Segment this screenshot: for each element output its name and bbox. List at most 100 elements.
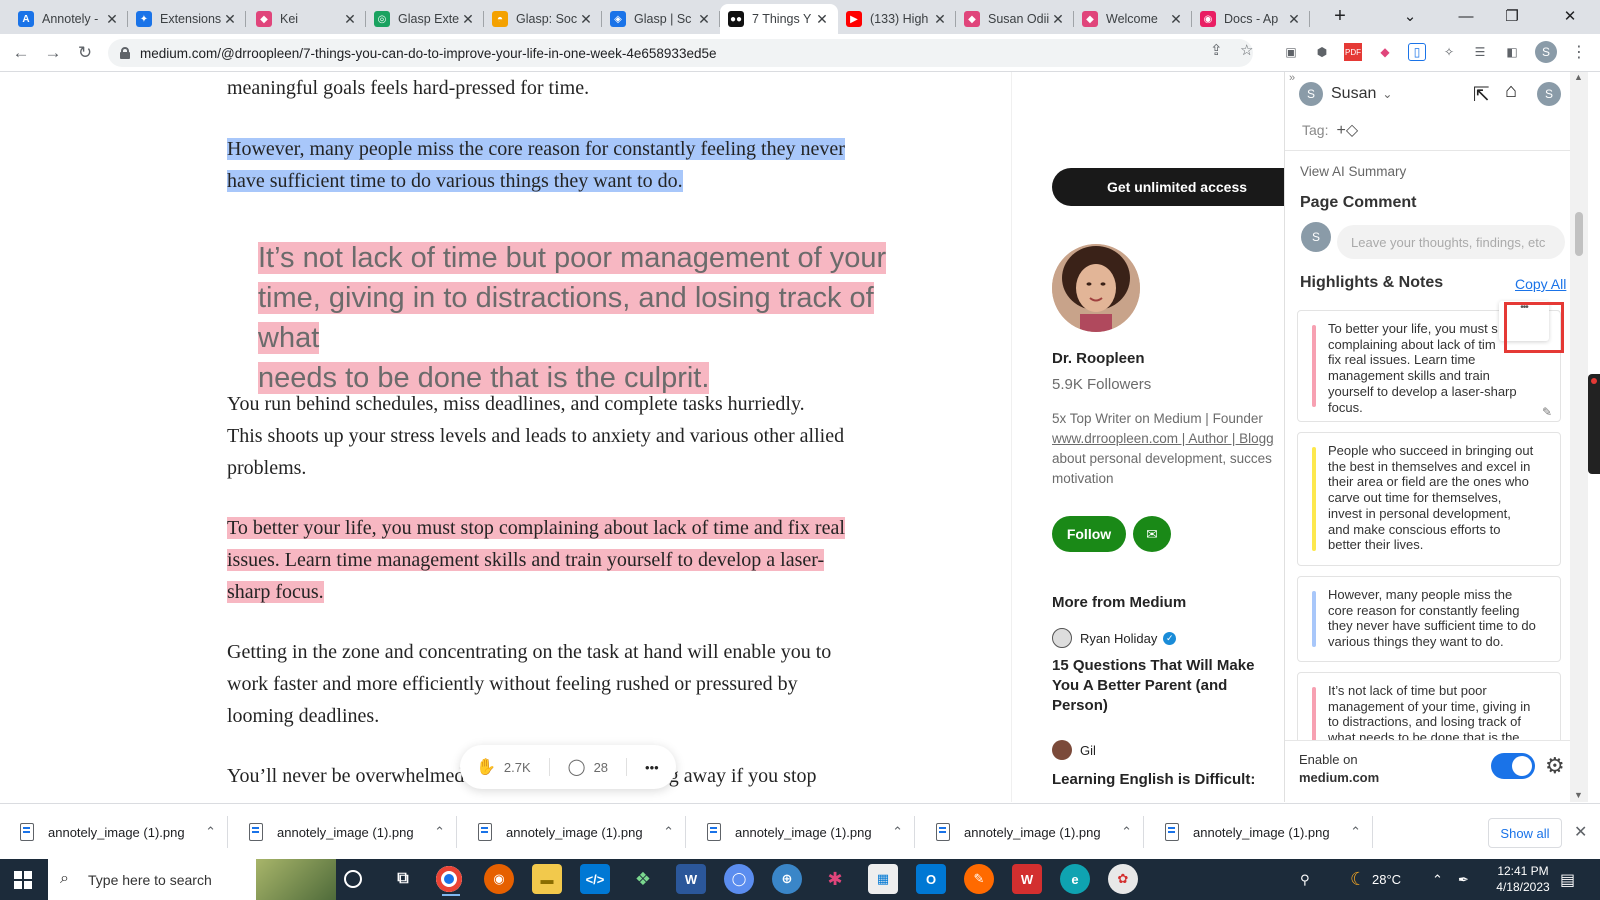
temperature-text[interactable]: 28°C [1372,859,1401,900]
weather-moon-icon[interactable]: ☾ [1350,859,1366,900]
post-author[interactable]: Gil [1052,740,1096,760]
profile-avatar[interactable]: S [1535,41,1557,63]
windows-start-icon[interactable] [14,871,32,889]
vscode-icon[interactable]: </> [580,864,610,894]
chrome-taskbar-icon[interactable] [436,866,462,896]
extension-glasp-icon[interactable]: ◆ [1376,43,1394,61]
screenrec-widget-icon[interactable] [1588,374,1600,474]
chevron-up-icon[interactable]: ⌃ [1350,824,1361,840]
download-item[interactable]: annotely_image (1).png ⌃ [916,804,1144,860]
browser-tab[interactable]: ◎ Glasp Exte ✕ [366,4,484,34]
chevron-up-icon[interactable]: ⌃ [663,824,674,840]
reading-list-icon[interactable]: ☰ [1471,43,1489,61]
store-icon[interactable]: ▦ [868,864,898,894]
browser-tab[interactable]: ◓ Glasp: Soc ✕ [484,4,602,34]
notifications-icon[interactable]: ▤ [1560,859,1575,900]
tab-close-icon[interactable]: ✕ [1050,11,1066,28]
tab-close-icon[interactable]: ✕ [1286,11,1302,28]
download-item[interactable]: annotely_image (1).png ⌃ [0,804,228,860]
reload-button[interactable]: ↻ [72,41,98,65]
tab-close-icon[interactable]: ✕ [696,11,712,28]
get-unlimited-access-button[interactable]: Get unlimited access [1052,168,1284,206]
app-icon[interactable]: ✿ [1108,864,1138,894]
address-bar[interactable]: medium.com/@drroopleen/7-things-you-can-… [108,39,1253,67]
browser-menu-icon[interactable]: ⋮ [1570,43,1588,61]
people-icon[interactable]: ⚲ [1300,859,1310,900]
user-switcher[interactable]: S Susan ⌄ [1299,82,1392,106]
taskbar-clock[interactable]: 12:41 PM 4/18/2023 [1484,863,1562,895]
cortana-icon[interactable] [344,870,362,888]
collapse-panel-icon[interactable]: » [1289,72,1295,84]
bookmark-star-icon[interactable]: ☆ [1240,41,1253,59]
view-ai-summary-link[interactable]: View AI Summary [1300,164,1406,179]
browser-tab[interactable]: ◆ Kei ✕ [248,4,366,34]
download-item[interactable]: annotely_image (1).png ⌃ [1145,804,1373,860]
pen-icon[interactable]: ✒ [1458,859,1469,900]
tab-close-icon[interactable]: ✕ [578,11,594,28]
page-scrollbar[interactable]: ▲ ▼ [1570,72,1588,802]
browser-tab[interactable]: ◉ Docs - Ap ✕ [1192,4,1310,34]
wps-icon[interactable]: W [1012,864,1042,894]
author-name[interactable]: Dr. Roopleen [1052,350,1145,367]
new-tab-button[interactable]: + [1318,0,1362,32]
paragraph-highlight-blue[interactable]: However, many people miss the core reaso… [227,133,907,197]
clap-icon[interactable]: ✋ [476,757,496,777]
app-icon[interactable]: ◯ [724,864,754,894]
show-all-button[interactable]: Show all [1488,818,1562,848]
tab-close-icon[interactable]: ✕ [814,11,830,28]
highlight-card[interactable]: However, many people miss the core reason… [1297,576,1561,662]
edge-icon[interactable]: e [1060,864,1090,894]
side-panel-icon[interactable]: ◧ [1503,43,1521,61]
home-icon[interactable]: ⌂ [1505,80,1517,103]
scroll-up-arrow-icon[interactable]: ▲ [1574,72,1583,82]
extension-pdf-icon[interactable]: PDF [1344,43,1362,61]
author-avatar[interactable] [1052,244,1140,332]
settings-gear-icon[interactable]: ⚙ [1545,753,1565,779]
browser-tab[interactable]: ●● 7 Things Y ✕ [720,4,838,34]
extension-copy-icon[interactable]: ▣ [1282,43,1300,61]
chevron-up-icon[interactable]: ⌃ [434,824,445,840]
post-author[interactable]: Ryan Holiday ✓ [1052,628,1177,648]
copy-all-link[interactable]: Copy All [1515,276,1566,292]
more-actions-button[interactable]: ••• [645,760,659,775]
tray-chevron-icon[interactable]: ⌃ [1432,859,1443,900]
post-title[interactable]: Learning English is Difficult: [1052,770,1282,790]
browser-tab[interactable]: ✦ Extensions ✕ [128,4,246,34]
browser-tab[interactable]: ◆ Susan Odii ✕ [956,4,1074,34]
close-window-button[interactable]: ✕ [1548,0,1592,32]
browser-tab[interactable]: A Annotely - ✕ [10,4,128,34]
task-view-icon[interactable]: ⧉ [388,864,418,894]
restore-button[interactable]: ❐ [1490,0,1534,32]
scroll-down-arrow-icon[interactable]: ▼ [1574,790,1583,800]
forward-button[interactable]: → [40,41,66,65]
follow-button[interactable]: Follow [1052,516,1126,552]
browser-tab[interactable]: ◆ Welcome ✕ [1074,4,1192,34]
pull-quote[interactable]: It’s not lack of time but poor managemen… [258,238,908,398]
tab-close-icon[interactable]: ✕ [1168,11,1184,28]
enable-toggle[interactable] [1491,753,1535,779]
edit-pencil-icon[interactable]: ✎ [1542,405,1552,419]
extension-cube-icon[interactable]: ⬢ [1313,43,1331,61]
extension-annotely-icon[interactable]: ▯ [1408,43,1426,61]
scrollbar-thumb[interactable] [1575,212,1583,256]
app-icon[interactable]: ❖ [628,864,658,894]
close-downloads-icon[interactable]: ✕ [1574,822,1587,842]
back-button[interactable]: ← [8,41,34,65]
minimize-button[interactable]: — [1444,0,1488,32]
firefox-taskbar-icon[interactable]: ◉ [484,864,514,894]
chevron-up-icon[interactable]: ⌃ [1121,824,1132,840]
slack-icon[interactable]: ✱ [820,864,850,894]
outlook-icon[interactable]: O [916,864,946,894]
download-item[interactable]: annotely_image (1).png ⌃ [687,804,915,860]
highlight-card[interactable]: People who succeed in bringing out the be… [1297,432,1561,566]
chevron-up-icon[interactable]: ⌃ [205,824,216,840]
author-website-link[interactable]: www.drroopleen.com | Author | Blogg [1052,431,1274,446]
author-followers[interactable]: 5.9K Followers [1052,376,1151,393]
file-explorer-icon[interactable]: ▬ [532,864,562,894]
browser-tab[interactable]: ◈ Glasp | Sc ✕ [602,4,720,34]
download-item[interactable]: annotely_image (1).png ⌃ [458,804,686,860]
tab-search-chevron-icon[interactable]: ⌄ [1388,0,1432,32]
browser-tab[interactable]: ▶ (133) High ✕ [838,4,956,34]
app-icon[interactable]: ✎ [964,864,994,894]
extensions-puzzle-icon[interactable]: ✧ [1440,43,1458,61]
